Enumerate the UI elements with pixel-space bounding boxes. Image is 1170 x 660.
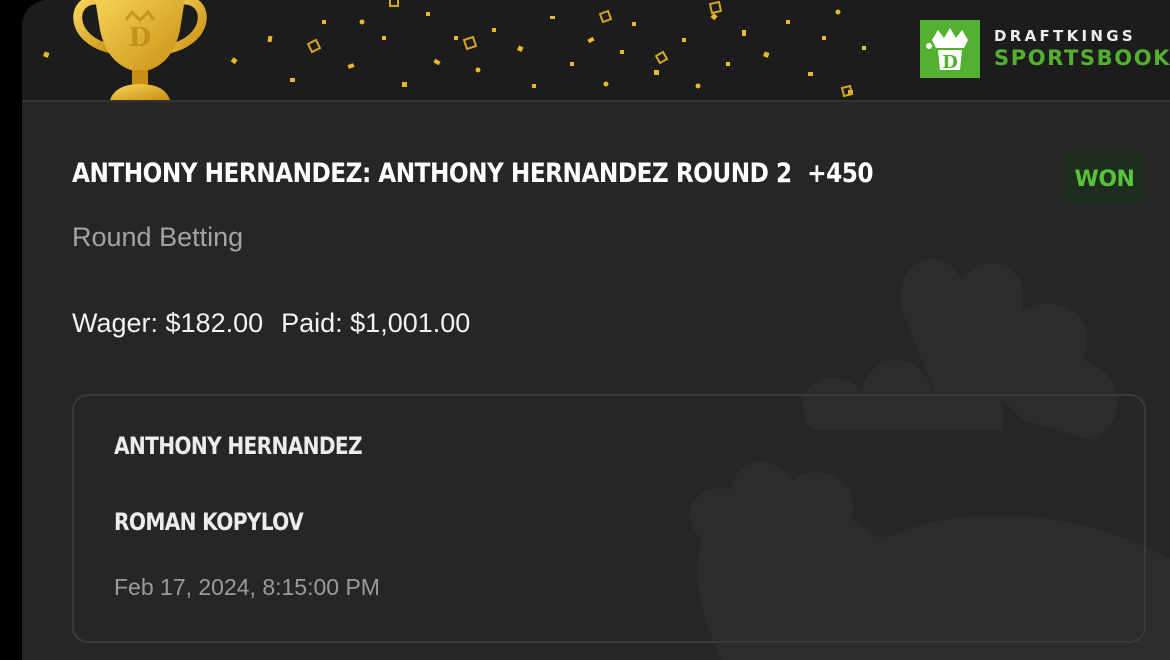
- trophy-icon: D: [73, 0, 207, 100]
- draftkings-crown-logo: D: [920, 20, 980, 78]
- market-type: Round Betting: [72, 222, 244, 252]
- selection-name: ANTHONY HERNANDEZ: ANTHONY HERNANDEZ ROU…: [72, 158, 792, 189]
- competitor-name: ANTHONY HERNANDEZ: [114, 432, 363, 460]
- svg-text:D: D: [942, 52, 958, 73]
- draftkings-sportsbook-brand: D DRAFTKINGS SPORTSBOOK: [920, 20, 1170, 78]
- event-date: Feb 17, 2024, 8:15:00 PM: [114, 574, 380, 600]
- bet-selection-title: ANTHONY HERNANDEZ: ANTHONY HERNANDEZ ROU…: [72, 158, 874, 189]
- bet-card: D D DRAFTKINGS SPORTSBOOK ANTHONY HERNAN…: [22, 0, 1170, 660]
- winning-banner: D D DRAFTKINGS SPORTSBOOK: [22, 0, 1170, 102]
- status-badge: WON: [1064, 153, 1145, 205]
- brand-name-line1: DRAFTKINGS: [994, 27, 1136, 45]
- brand-name-line2: SPORTSBOOK: [994, 46, 1170, 70]
- competitor-name: ROMAN KOPYLOV: [114, 508, 304, 536]
- wager-summary: Wager: $182.00 Paid: $1,001.00: [72, 308, 470, 339]
- paid-amount: Paid: $1,001.00: [281, 308, 471, 338]
- wager-amount: Wager: $182.00: [72, 308, 264, 338]
- event-details-card[interactable]: ANTHONY HERNANDEZ ROMAN KOPYLOV Feb 17, …: [72, 394, 1146, 643]
- svg-text:D: D: [129, 23, 152, 53]
- bet-odds: +450: [807, 158, 873, 189]
